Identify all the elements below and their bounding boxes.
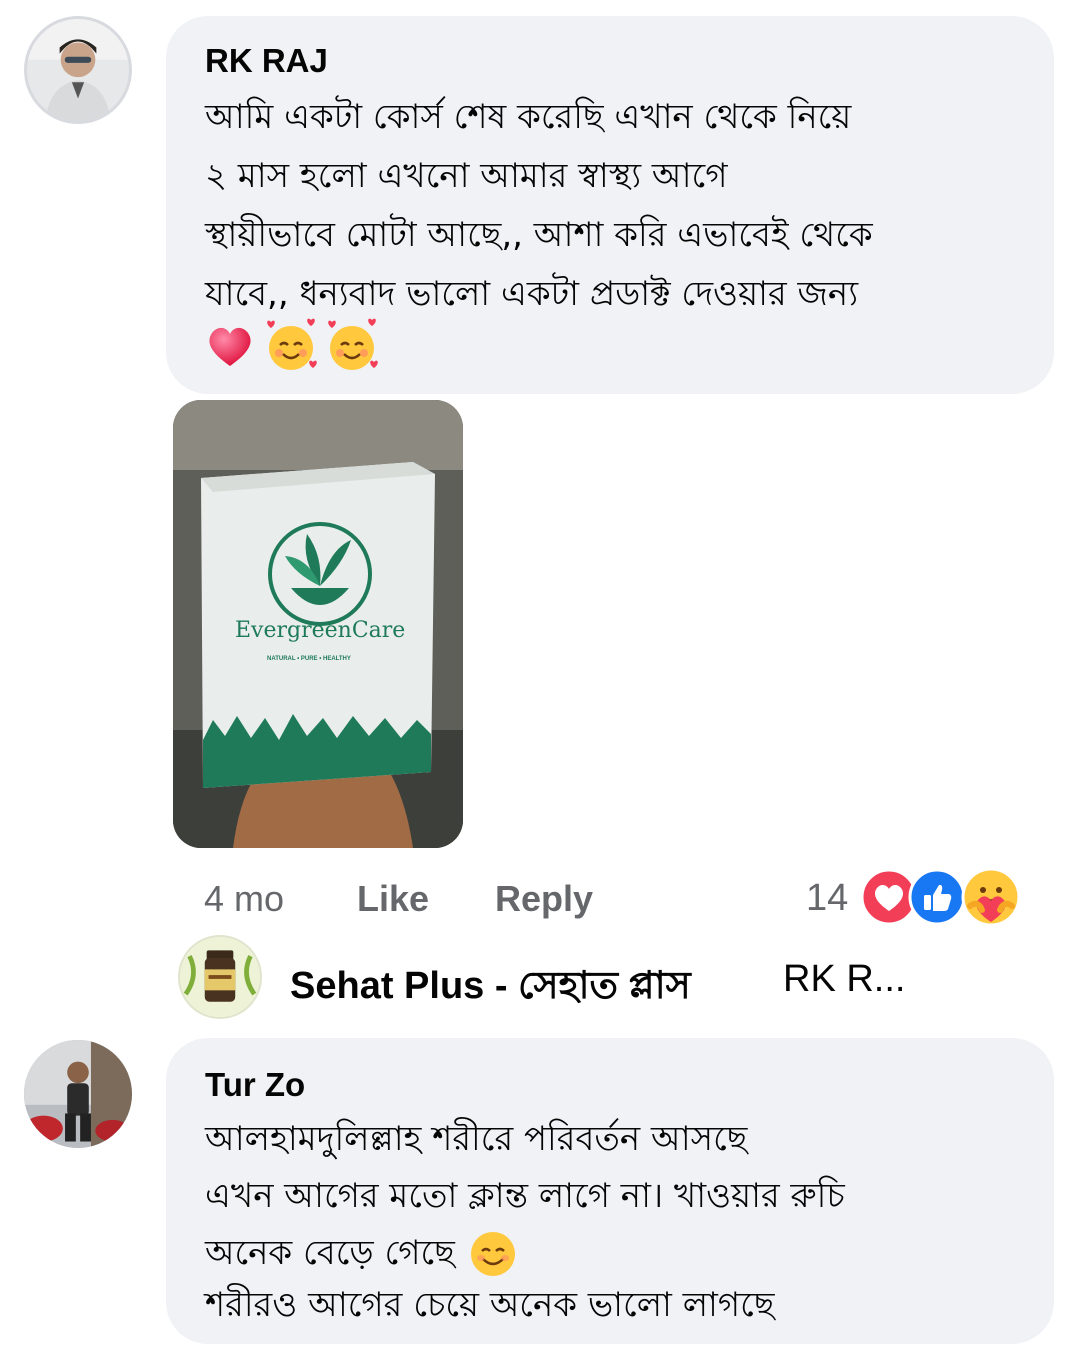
product-brand-name: EvergreenCare [235, 618, 406, 643]
reaction-icons[interactable] [860, 867, 1025, 927]
comment-text-line: এখন আগের মতো ক্লান্ত লাগে না। খাওয়ার রু… [205, 1176, 845, 1216]
comment-text-line: শরীরও আগের চেয়ে অনেক ভালো লাগছে [205, 1285, 775, 1325]
like-button[interactable]: Like [357, 878, 429, 920]
reaction-count[interactable]: 14 [806, 877, 848, 920]
smiling-face-with-hearts-emoji [267, 318, 317, 370]
like-reaction-icon [908, 868, 966, 926]
smiling-face-with-hearts-emoji [328, 318, 378, 370]
product-tagline: NATURAL • PURE • HEALTHY [267, 656, 351, 662]
reply-preview-text[interactable]: RK R... [783, 958, 905, 1001]
reply-button[interactable]: Reply [495, 878, 593, 920]
care-reaction-icon [961, 867, 1021, 927]
avatar-tur-zo[interactable] [24, 1040, 132, 1148]
comment-emoji-row [204, 318, 380, 372]
comment-author[interactable]: RK RAJ [205, 42, 328, 80]
comment-text: আমি একটা কোর্স শেষ করেছি এখান থেকে নিয়ে… [205, 97, 873, 314]
avatar-sehat-plus[interactable] [178, 935, 262, 1019]
avatar-photo-icon [24, 1040, 132, 1148]
avatar-rk-raj[interactable] [24, 16, 132, 124]
product-jar-icon [180, 937, 260, 1017]
comment-timestamp[interactable]: 4 mo [204, 878, 284, 920]
smiling-face-emoji [470, 1231, 515, 1276]
comment-photo-attachment[interactable]: EvergreenCare NATURAL • PURE • HEALTHY [173, 400, 463, 848]
comment-author[interactable]: Tur Zo [205, 1066, 305, 1104]
comment-text-line-with-emoji: অনেক বেড়ে গেছে [205, 1224, 518, 1283]
comment-text-line: অনেক বেড়ে গেছে [205, 1233, 455, 1273]
reply-author[interactable]: Sehat Plus - সেহাত প্লাস [290, 956, 691, 1020]
heart-emoji [209, 327, 251, 366]
avatar-photo-icon [27, 19, 129, 121]
comment-text-line: আলহামদুলিল্লাহ শরীরে পরিবর্তন আসছে [205, 1119, 748, 1159]
